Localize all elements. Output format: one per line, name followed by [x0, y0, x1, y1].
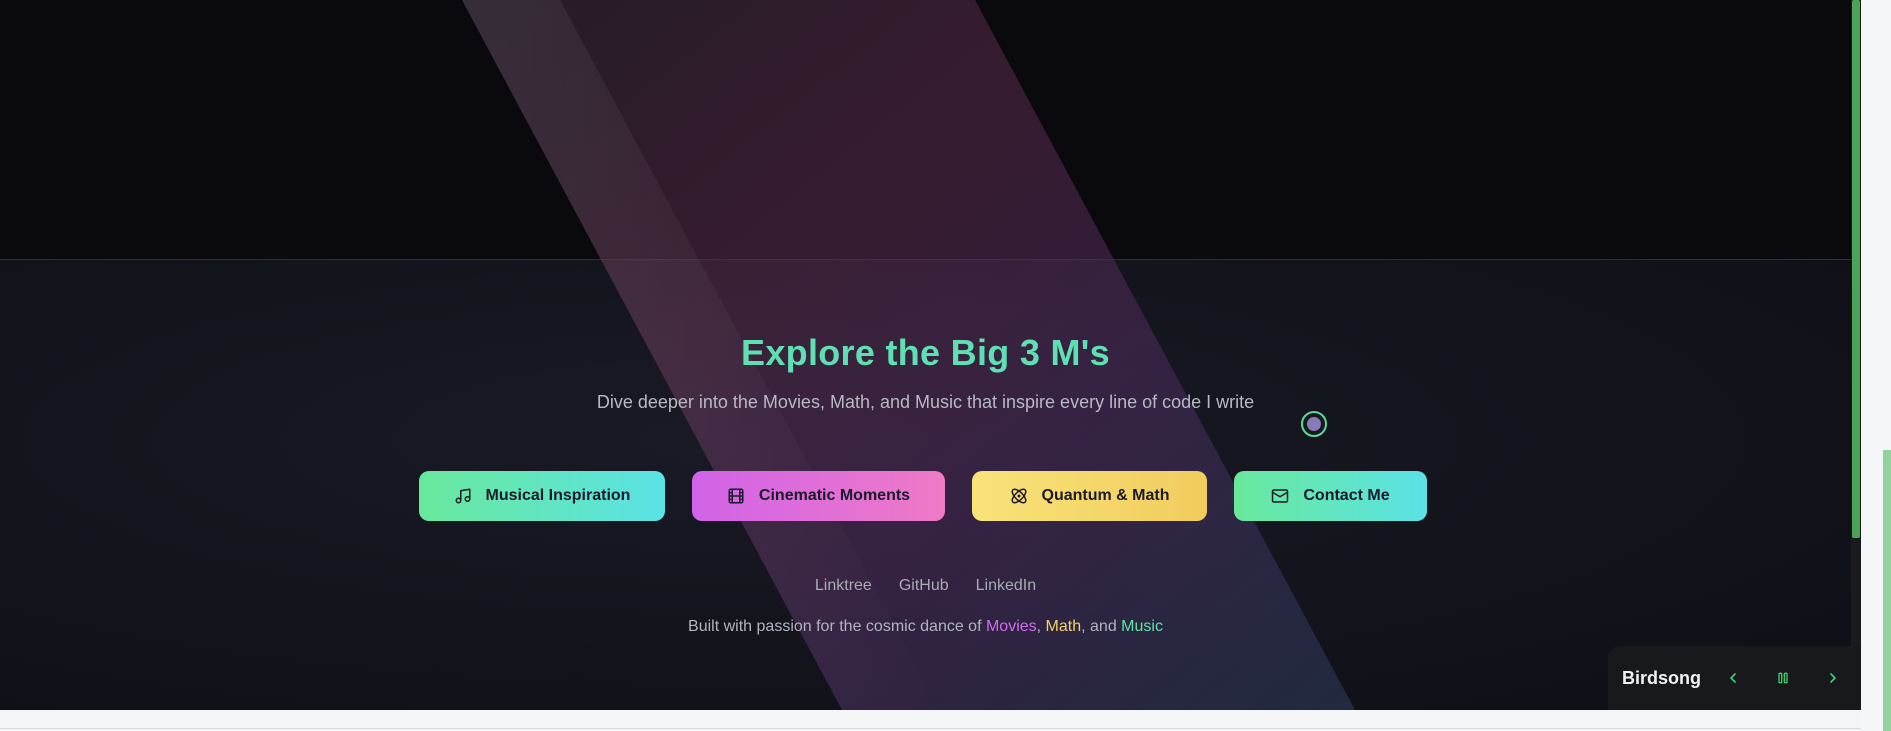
- page-viewport: Explore the Big 3 M's Dive deeper into t…: [0, 0, 1851, 710]
- top-section: [0, 0, 1851, 259]
- social-links: Linktree GitHub LinkedIn: [0, 577, 1851, 595]
- music-player: Birdsong: [1608, 646, 1860, 710]
- linktree-link[interactable]: Linktree: [815, 577, 872, 595]
- footer-subtitle: Dive deeper into the Movies, Math, and M…: [596, 392, 1255, 412]
- chevron-left-icon: [1730, 673, 1736, 683]
- credit-separator-2: , and: [1081, 618, 1122, 635]
- next-track-button[interactable]: [1821, 666, 1845, 690]
- edge-indicator: [1883, 450, 1891, 731]
- footer: Explore the Big 3 M's Dive deeper into t…: [0, 260, 1851, 710]
- chevron-right-icon: [1830, 673, 1836, 683]
- cinematic-moments-button[interactable]: Cinematic Moments: [692, 471, 945, 521]
- credit-movies: Movies: [985, 618, 1037, 635]
- credit-math: Math: [1045, 618, 1082, 635]
- pause-button[interactable]: [1771, 666, 1795, 690]
- linkedin-link[interactable]: LinkedIn: [976, 577, 1037, 595]
- credit-separator-1: ,: [1036, 618, 1046, 635]
- musical-inspiration-label: Musical Inspiration: [485, 487, 631, 504]
- credit-music: Music: [1121, 618, 1163, 635]
- footer-title: Explore the Big 3 M's: [741, 332, 1110, 373]
- contact-me-label: Contact Me: [1303, 487, 1390, 504]
- atom-icon: [1011, 488, 1026, 504]
- github-link[interactable]: GitHub: [899, 577, 949, 595]
- footer-credit: Built with passion for the cosmic dance …: [0, 618, 1851, 636]
- film-icon: [728, 488, 744, 504]
- cta-button-row: Musical Inspiration Cinematic Moments Qu…: [419, 471, 1427, 521]
- bottom-strip: [0, 710, 1861, 731]
- credit-prefix: Built with passion for the cosmic dance …: [688, 618, 986, 635]
- quantum-math-label: Quantum & Math: [1041, 487, 1170, 504]
- pause-icon: [1778, 672, 1788, 684]
- page-scrollbar[interactable]: [1851, 0, 1861, 710]
- quantum-math-button[interactable]: Quantum & Math: [972, 471, 1207, 521]
- previous-track-button[interactable]: [1721, 666, 1745, 690]
- mail-icon: [1272, 489, 1289, 503]
- scrollbar-thumb[interactable]: [1852, 0, 1860, 538]
- cinematic-moments-label: Cinematic Moments: [758, 487, 911, 504]
- contact-me-button[interactable]: Contact Me: [1234, 471, 1427, 521]
- musical-inspiration-button[interactable]: Musical Inspiration: [419, 471, 665, 521]
- player-track-title: Birdsong: [1622, 667, 1701, 688]
- custom-cursor: [1301, 411, 1327, 437]
- bottom-divider: [0, 728, 1861, 729]
- music-note-icon: [455, 488, 471, 504]
